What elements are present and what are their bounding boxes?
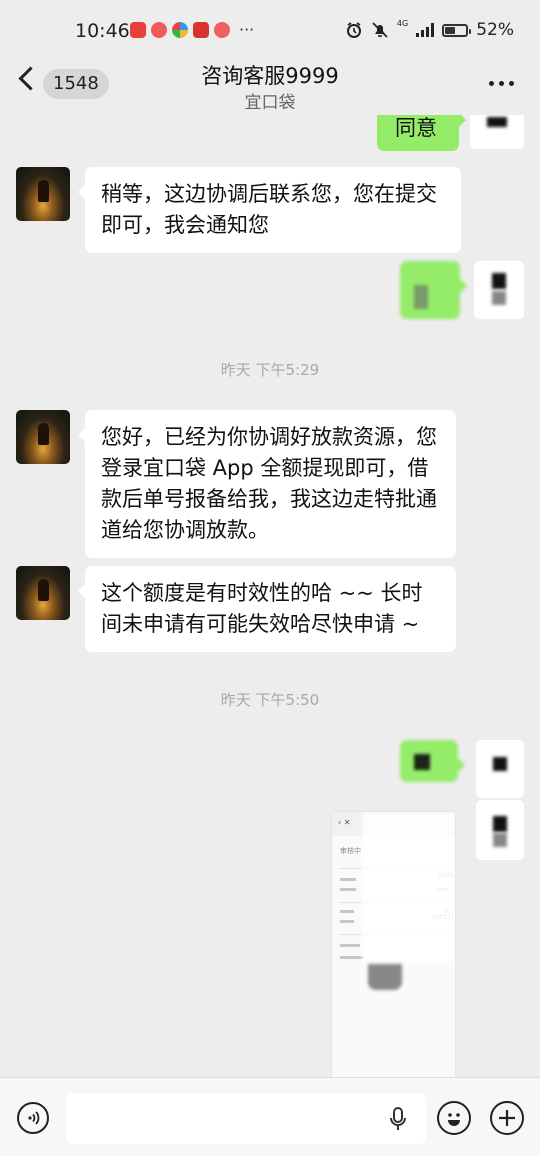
mute-icon xyxy=(372,22,388,38)
network-type: 4G xyxy=(396,19,409,28)
chat-subtitle: 宜口袋 xyxy=(244,93,296,113)
app-icon-red xyxy=(151,22,167,38)
my-avatar[interactable] xyxy=(476,740,524,798)
message-text: 同意 xyxy=(395,116,437,140)
message-input[interactable] xyxy=(66,1093,426,1144)
chat-area[interactable]: 同意 稍等，这边协调后联系您，您在提交即可，我会通知您 昨天 下午5:29 您好… xyxy=(0,115,540,1077)
message-bubble-incoming[interactable]: 这个额度是有时效性的哈 ~~ 长时间未申请有可能失效哈尽快申请 ~ xyxy=(78,566,456,652)
message-text: 这个额度是有时效性的哈 ~~ 长时间未申请有可能失效哈尽快申请 ~ xyxy=(101,581,423,636)
notification-icons: ··· xyxy=(130,22,254,38)
input-bar xyxy=(0,1077,540,1156)
nav-bar: 1548 咨询客服9999 宜口袋 xyxy=(0,55,540,115)
app-icon-multicolor xyxy=(172,22,188,38)
battery-icon xyxy=(442,23,472,37)
close-icon: ‹ ✕ xyxy=(338,818,351,827)
contact-avatar[interactable] xyxy=(16,566,70,620)
message-bubble-outgoing[interactable]: 同意 xyxy=(377,115,466,151)
chat-title: 咨询客服9999 xyxy=(201,64,339,88)
message-screenshot-outgoing[interactable]: ‹ ✕ 审核中 1100 00521 xyxy=(331,811,456,1077)
message-image-outgoing[interactable] xyxy=(400,740,465,782)
app-icon-game xyxy=(193,22,209,38)
more-options-icon[interactable] xyxy=(489,81,514,86)
message-text: 稍等，这边协调后联系您，您在提交即可，我会通知您 xyxy=(101,182,437,237)
add-icon[interactable] xyxy=(490,1101,524,1135)
battery-percent: 52% xyxy=(476,20,514,40)
emoji-icon[interactable] xyxy=(437,1101,471,1135)
signal-icon xyxy=(416,23,435,37)
alarm-icon xyxy=(346,22,361,38)
message-text: 您好，已经为你协调好放款资源，您登录宜口袋 App 全额提现即可，借款后单号报备… xyxy=(101,425,437,542)
battery-level xyxy=(445,26,456,34)
status-right: 4G 52% xyxy=(345,20,514,40)
message-timestamp: 昨天 下午5:50 xyxy=(220,691,320,709)
message-timestamp: 昨天 下午5:29 xyxy=(220,361,320,379)
huawei-app-icon xyxy=(130,22,146,38)
contact-avatar[interactable] xyxy=(16,167,70,221)
message-bubble-incoming[interactable]: 稍等，这边协调后联系您，您在提交即可，我会通知您 xyxy=(78,167,461,253)
my-avatar[interactable] xyxy=(470,115,524,149)
contact-avatar[interactable] xyxy=(16,410,70,464)
app-icon-red-2 xyxy=(214,22,230,38)
my-avatar[interactable] xyxy=(476,800,524,860)
more-notifications-icon: ··· xyxy=(239,20,255,39)
my-avatar[interactable] xyxy=(474,261,524,319)
status-bar: 10:46 ··· 4G 52% xyxy=(0,0,540,62)
mic-icon[interactable] xyxy=(390,1107,406,1131)
message-image-outgoing[interactable] xyxy=(400,261,467,319)
status-time: 10:46 xyxy=(75,20,130,42)
voice-mode-icon[interactable] xyxy=(17,1102,49,1134)
screenshot-status: 审核中 xyxy=(340,847,361,855)
message-bubble-incoming[interactable]: 您好，已经为你协调好放款资源，您登录宜口袋 App 全额提现即可，借款后单号报备… xyxy=(78,410,456,558)
